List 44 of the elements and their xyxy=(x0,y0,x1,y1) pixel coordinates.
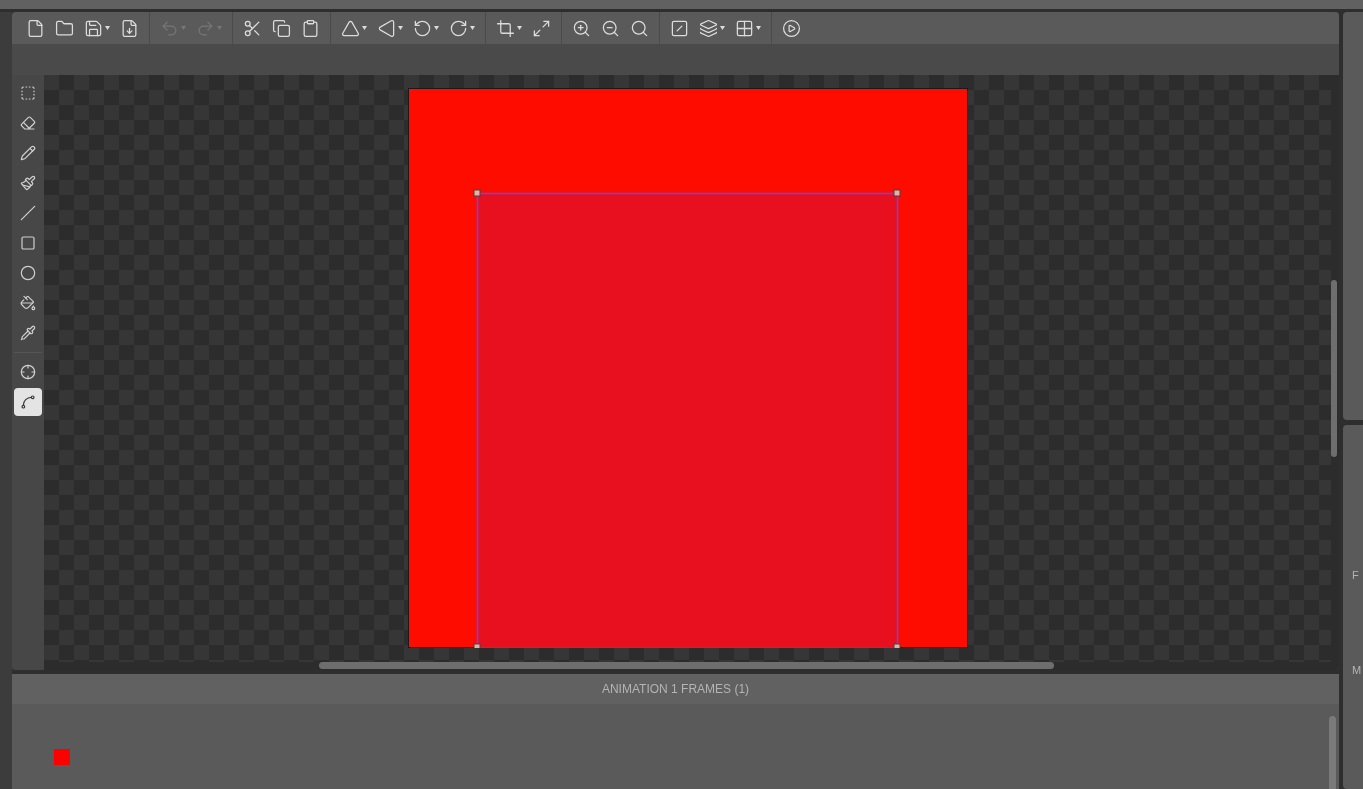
pivot-icon xyxy=(20,364,36,380)
export-icon xyxy=(120,18,139,38)
scissors-icon xyxy=(243,18,262,38)
caret-icon xyxy=(756,26,761,30)
pencil-icon xyxy=(20,145,36,161)
play-icon xyxy=(782,18,801,38)
rectangle-icon xyxy=(20,235,36,251)
scrollbar-thumb[interactable] xyxy=(319,662,1054,669)
zoom-out-icon xyxy=(601,18,620,38)
brush-icon xyxy=(20,175,36,191)
zoom-in-icon xyxy=(572,18,591,38)
rotate-right-icon xyxy=(449,18,468,38)
scrollbar-thumb[interactable] xyxy=(1329,716,1336,789)
grid-icon xyxy=(735,18,754,38)
caret-icon xyxy=(434,26,439,30)
caret-icon xyxy=(720,26,725,30)
caret-icon xyxy=(517,26,522,30)
clipboard-icon xyxy=(301,18,320,38)
save-icon xyxy=(84,18,103,38)
zoom-icon xyxy=(630,18,649,38)
copy-icon xyxy=(272,18,291,38)
scrollbar-thumb[interactable] xyxy=(1331,280,1337,457)
frame-thumbnail[interactable] xyxy=(54,749,70,765)
rotate-left-icon xyxy=(413,18,432,38)
panel-label: F xyxy=(1352,570,1359,581)
folder-icon xyxy=(55,18,74,38)
paint-bucket-icon xyxy=(20,295,36,311)
eraser-icon xyxy=(20,115,36,131)
caret-icon xyxy=(470,26,475,30)
caret-icon xyxy=(105,26,110,30)
expand-icon xyxy=(532,18,551,38)
vertex-icon xyxy=(20,394,36,410)
caret-icon xyxy=(398,26,403,30)
panel-label: M xyxy=(1352,665,1362,676)
caret-icon xyxy=(362,26,367,30)
panel-title: ANIMATION 1 FRAMES (1) xyxy=(601,681,750,698)
line-icon xyxy=(20,205,36,221)
eyedropper-icon xyxy=(20,325,36,341)
new-file-icon xyxy=(26,18,45,38)
tool-button[interactable] xyxy=(14,388,42,416)
layers-icon xyxy=(699,18,718,38)
crop-icon xyxy=(496,18,515,38)
selection-icon xyxy=(20,85,36,101)
ellipse-icon xyxy=(20,265,36,281)
